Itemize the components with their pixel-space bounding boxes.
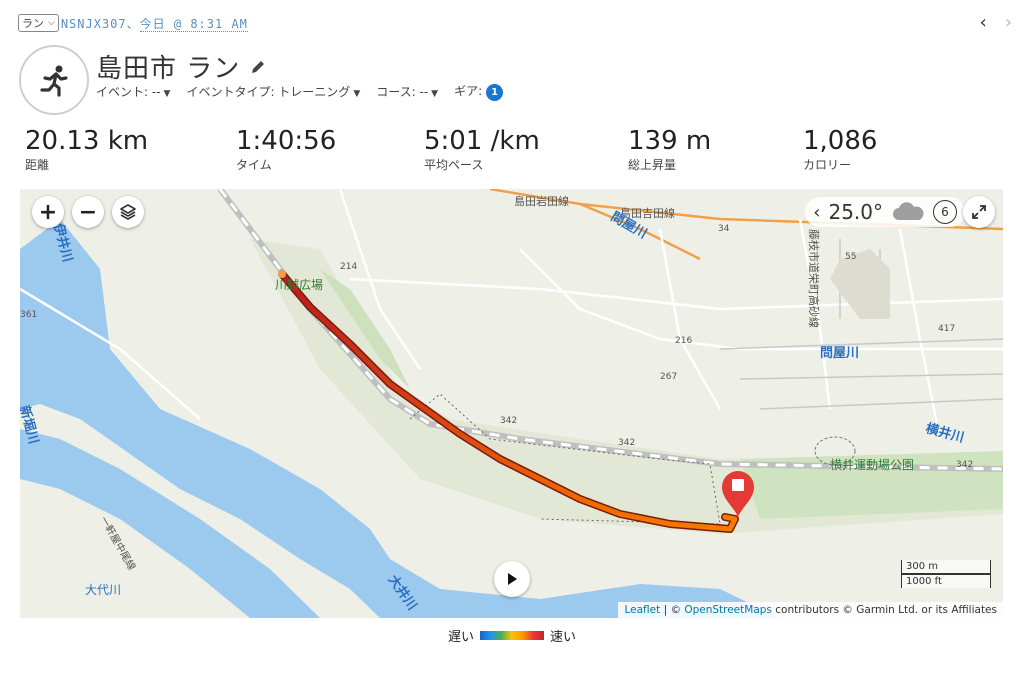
- layers-icon: [120, 204, 136, 220]
- pace-legend: 遅い 速い: [0, 626, 1024, 645]
- stat-value: 1:40:56: [236, 126, 337, 156]
- caret-down-icon: ▼: [431, 89, 439, 99]
- map-label-r34: 34: [718, 224, 730, 234]
- map-label-r342a: 342: [500, 416, 517, 426]
- activity-header-bar: ラン ⌵ NSNJX307、今日 @ 8:31 AM: [18, 12, 248, 34]
- map-label-toyagawa2: 問屋川: [820, 346, 859, 361]
- event-type-dropdown[interactable]: イベントタイプ: トレーニング ▼: [186, 83, 360, 100]
- course-dropdown[interactable]: コース: -- ▼: [376, 83, 438, 100]
- cloud-icon: [893, 202, 924, 220]
- fullscreen-button[interactable]: [963, 196, 995, 228]
- previous-activity-icon[interactable]: ‹: [980, 12, 987, 33]
- running-icon: [40, 65, 68, 97]
- map-label-r342b: 342: [618, 438, 635, 448]
- activity-id: NSNJX307: [60, 16, 127, 31]
- zoom-in-button[interactable]: +: [32, 196, 64, 228]
- activity-navigation: ‹ ›: [980, 12, 1012, 33]
- map-scale: 300 m 1000 ft: [901, 560, 991, 588]
- activity-date[interactable]: 今日 @ 8:31 AM: [139, 16, 248, 32]
- weather-prev-icon[interactable]: ‹: [813, 202, 820, 223]
- activity-title-row: 島田市 ラン: [96, 48, 266, 85]
- play-icon: [508, 573, 517, 585]
- attrib-separator: | ©: [660, 604, 685, 616]
- legend-fast-label: 速い: [550, 630, 577, 645]
- legend-slow-label: 遅い: [447, 630, 474, 645]
- event-type-label: イベントタイプ: トレーニング: [186, 85, 351, 99]
- wind-indicator: 6: [933, 200, 957, 224]
- activity-title: 島田市 ラン: [96, 54, 241, 84]
- leaflet-link[interactable]: Leaflet: [624, 604, 660, 616]
- map-label-yokoi-park: 横井運動場公園: [830, 458, 914, 472]
- stat-value: 5:01 /km: [424, 126, 540, 156]
- map-label-r55: 55: [845, 252, 856, 262]
- map-attribution: Leaflet | © OpenStreetMaps contributors …: [618, 602, 1003, 618]
- scale-metric: 300 m: [901, 560, 991, 574]
- wind-speed: 6: [941, 205, 949, 219]
- gear-field[interactable]: ギア: 1: [454, 82, 504, 101]
- weather-temperature: 25.0°: [828, 200, 883, 224]
- stat-calories: 1,086 カロリー: [803, 126, 877, 173]
- osm-link[interactable]: OpenStreetMaps: [684, 604, 772, 616]
- zoom-in-label: +: [38, 199, 58, 225]
- route-start-point: [278, 270, 286, 278]
- map-canvas: 島田岩田線 島田吉田線 藤枝市道栄町高砂線 34 55 361 214 417 …: [20, 189, 1003, 618]
- attrib-text: contributors © Garmin Ltd. or its Affili…: [771, 604, 997, 616]
- map-label-r267: 267: [660, 372, 677, 382]
- map-label-rail1: 島田岩田線: [514, 194, 569, 208]
- stat-label: タイム: [236, 158, 272, 172]
- map-label-r214: 214: [340, 262, 357, 272]
- map-label-kawahara: 川越広場: [275, 278, 323, 292]
- stat-elevation-gain: 139 m 総上昇量: [628, 126, 711, 173]
- map-label-r216: 216: [675, 336, 692, 346]
- caret-down-icon: ▼: [353, 89, 361, 99]
- gear-label: ギア:: [454, 84, 483, 98]
- map-label-rail3: 藤枝市道栄町高砂線: [807, 229, 821, 328]
- sport-type-value: ラン: [22, 17, 44, 30]
- edit-pencil-icon[interactable]: [250, 59, 266, 75]
- activity-map[interactable]: 島田岩田線 島田吉田線 藤枝市道栄町高砂線 34 55 361 214 417 …: [20, 189, 1003, 618]
- caret-down-icon: ▼: [163, 89, 171, 99]
- play-button[interactable]: [494, 561, 530, 597]
- scale-imperial: 1000 ft: [901, 574, 991, 588]
- stat-avg-pace: 5:01 /km 平均ペース: [424, 126, 540, 173]
- layers-button[interactable]: [112, 196, 144, 228]
- weather-panel: ‹ 25.0° 6: [805, 197, 965, 227]
- meta-separator: 、: [126, 16, 140, 31]
- activity-type-avatar: [19, 45, 89, 115]
- map-label-r417: 417: [938, 324, 955, 334]
- stat-value: 1,086: [803, 126, 878, 156]
- stat-label: 距離: [25, 158, 50, 172]
- sport-type-select[interactable]: ラン ⌵: [18, 14, 59, 32]
- stat-label: 総上昇量: [628, 158, 677, 172]
- stat-value: 20.13 km: [25, 126, 149, 156]
- course-label: コース: --: [376, 85, 429, 99]
- event-label: イベント: --: [96, 85, 161, 99]
- map-label-daidai: 大代川: [85, 583, 121, 597]
- zoom-out-button[interactable]: −: [72, 196, 104, 228]
- event-dropdown[interactable]: イベント: -- ▼: [96, 83, 170, 100]
- stat-label: カロリー: [803, 158, 852, 172]
- map-label-r342c: 342: [956, 460, 973, 470]
- stat-label: 平均ペース: [424, 158, 484, 172]
- stat-value: 139 m: [628, 126, 712, 156]
- activity-properties: イベント: -- ▼ イベントタイプ: トレーニング ▼ コース: -- ▼ ギア: 1: [96, 82, 504, 101]
- expand-icon: [972, 205, 986, 219]
- activity-meta: NSNJX307、今日 @ 8:31 AM: [61, 15, 248, 32]
- pace-gradient-bar: [480, 631, 544, 640]
- next-activity-icon: ›: [1004, 12, 1012, 33]
- stat-time: 1:40:56 タイム: [236, 126, 336, 173]
- stat-distance: 20.13 km 距離: [25, 126, 148, 173]
- zoom-out-label: −: [78, 199, 98, 225]
- chevron-down-icon: ⌵: [48, 18, 55, 28]
- gear-count-badge: 1: [486, 84, 504, 101]
- map-label-r361: 361: [20, 310, 37, 320]
